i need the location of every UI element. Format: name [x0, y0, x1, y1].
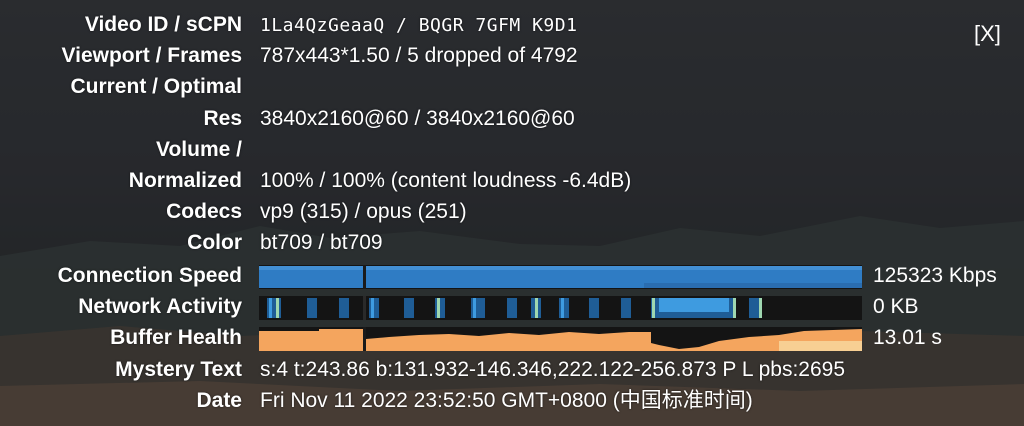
codecs-label: Codecs	[166, 200, 242, 223]
normalized-value: 100% / 100% (content loudness -6.4dB)	[260, 169, 632, 192]
network-activity-label: Network Activity	[78, 295, 242, 318]
color-label: Color	[187, 231, 242, 254]
date-value: Fri Nov 11 2022 23:52:50 GMT+0800 (中国标准时…	[260, 389, 753, 412]
color-value: bt709 / bt709	[260, 231, 383, 254]
network-activity-graph	[259, 296, 862, 320]
res-value: 3840x2160@60 / 3840x2160@60	[260, 107, 575, 130]
volume-label: Volume /	[156, 138, 242, 161]
buffer-health-graph	[259, 327, 862, 351]
connection-speed-graph	[259, 265, 862, 289]
video-id-label: Video ID / sCPN	[84, 13, 242, 36]
current-optimal-label: Current / Optimal	[70, 75, 242, 98]
network-activity-value: 0 KB	[873, 295, 919, 318]
buffer-health-label: Buffer Health	[110, 326, 242, 349]
res-label: Res	[203, 107, 242, 130]
connection-speed-value: 125323 Kbps	[873, 264, 997, 287]
normalized-label: Normalized	[128, 169, 242, 192]
buffer-health-value: 13.01 s	[873, 326, 942, 349]
viewport-label: Viewport / Frames	[61, 44, 242, 67]
video-id-value: 1La4QzGeaaQ / BQGR 7GFM K9D1	[260, 15, 578, 36]
viewport-value: 787x443*1.50 / 5 dropped of 4792	[260, 44, 578, 67]
close-button[interactable]: [X]	[974, 21, 1001, 47]
codecs-value: vp9 (315) / opus (251)	[260, 200, 467, 223]
stats-for-nerds-panel: [X] Video ID / sCPN 1La4QzGeaaQ / BQGR 7…	[0, 0, 1024, 426]
connection-speed-label: Connection Speed	[57, 264, 242, 287]
date-label: Date	[196, 389, 242, 412]
mystery-text-value: s:4 t:243.86 b:131.932-146.346,222.122-2…	[260, 358, 845, 381]
mystery-text-label: Mystery Text	[115, 358, 242, 381]
